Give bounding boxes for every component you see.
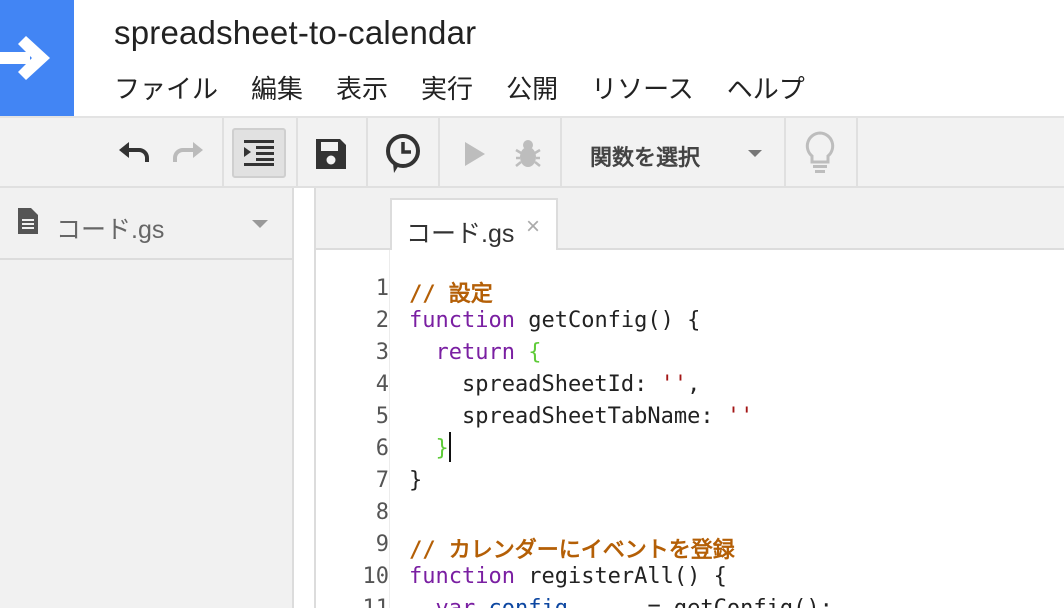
code-brace: { <box>514 340 542 365</box>
code-brace: } <box>435 436 449 461</box>
line-number: 8 <box>375 500 389 525</box>
menu-publish[interactable]: 公開 <box>506 72 558 106</box>
line-number: 9 <box>375 532 389 557</box>
line-number-gutter: 1 2 3 4 5 6 7 8 9 10 11 <box>318 250 390 608</box>
function-select-dropdown[interactable]: 関数を選択 <box>562 118 784 188</box>
save-button[interactable] <box>306 132 356 176</box>
apps-script-logo[interactable] <box>0 0 74 116</box>
code-keyword: return <box>435 340 515 365</box>
code-comment: // カレンダーにイベントを登録 <box>409 538 735 563</box>
file-name: コード.gs <box>56 216 165 244</box>
indent-toggle-button[interactable] <box>232 128 286 178</box>
line-number: 2 <box>375 308 389 333</box>
run-icon <box>465 142 485 166</box>
chevron-down-icon <box>748 150 762 157</box>
code-text: registerAll() { <box>514 564 727 589</box>
code-text: getConfig() { <box>514 308 701 333</box>
run-button[interactable] <box>454 134 494 174</box>
indent-icon <box>244 140 274 166</box>
redo-button[interactable] <box>166 134 210 174</box>
line-number: 10 <box>362 564 390 589</box>
line-number: 5 <box>375 404 389 429</box>
text-cursor <box>449 432 451 462</box>
project-title[interactable]: spreadsheet-to-calendar <box>114 14 476 52</box>
menu-file[interactable]: ファイル <box>114 72 218 106</box>
tab-code-gs[interactable]: コード.gs × <box>390 198 558 252</box>
save-icon <box>316 139 346 169</box>
line-number: 4 <box>375 372 389 397</box>
menu-run[interactable]: 実行 <box>421 72 473 106</box>
code-text: spreadSheetTabName: <box>409 404 727 429</box>
menu-help[interactable]: ヘルプ <box>727 72 805 106</box>
toolbar-divider <box>296 118 298 188</box>
code-keyword: var <box>436 596 476 608</box>
file-list-item[interactable]: コード.gs <box>0 188 292 260</box>
line-number: 7 <box>375 468 389 493</box>
toolbar: 関数を選択 <box>0 116 1064 188</box>
code-editor[interactable]: 1 2 3 4 5 6 7 8 9 10 11 // 設定 function g… <box>314 250 1064 608</box>
code-text: , <box>687 372 701 397</box>
undo-icon <box>119 142 149 162</box>
arrow-right-icon <box>0 36 50 80</box>
code-text: spreadSheetId: <box>409 372 661 397</box>
code-keyword: function <box>409 564 515 589</box>
editor-gap <box>296 188 312 608</box>
code-line: var config = getConfig(); <box>409 596 833 608</box>
trigger-clock-icon <box>386 134 420 173</box>
code-line: spreadSheetTabName: '' <box>409 404 753 429</box>
code-line: } <box>409 436 449 461</box>
code-line: // 設定 <box>409 276 493 308</box>
code-line: function registerAll() { <box>409 564 727 589</box>
code-string: '' <box>726 404 754 429</box>
line-number: 6 <box>375 436 389 461</box>
menu-resources[interactable]: リソース <box>591 72 694 106</box>
close-icon[interactable]: × <box>526 213 540 241</box>
function-select-label: 関数を選択 <box>590 145 701 170</box>
toolbar-divider <box>222 118 224 188</box>
code-comment: // 設定 <box>409 282 493 307</box>
code-line: spreadSheetId: '', <box>409 372 700 397</box>
lightbulb-button[interactable] <box>796 126 844 180</box>
line-number: 3 <box>375 340 389 365</box>
line-number: 1 <box>375 276 389 301</box>
code-text: } <box>409 468 423 493</box>
code-string: '' <box>660 372 688 397</box>
toolbar-divider <box>366 118 368 188</box>
file-sidebar: コード.gs <box>0 188 294 608</box>
lightbulb-icon <box>805 131 835 173</box>
code-keyword: function <box>409 308 515 333</box>
chevron-down-icon[interactable] <box>252 220 268 228</box>
debug-bug-icon <box>515 140 541 167</box>
toolbar-divider <box>438 118 440 188</box>
code-line: } <box>409 468 422 493</box>
code-line: return { <box>409 340 542 365</box>
debug-button[interactable] <box>506 132 550 176</box>
menu-view[interactable]: 表示 <box>336 72 388 106</box>
code-line: function getConfig() { <box>409 308 700 333</box>
menu-edit[interactable]: 編集 <box>251 72 303 106</box>
tab-label: コード.gs <box>406 220 515 248</box>
code-line: // カレンダーにイベントを登録 <box>409 532 735 564</box>
line-number: 11 <box>329 596 390 608</box>
toolbar-divider <box>784 118 786 188</box>
code-text: = getConfig(); <box>568 596 832 608</box>
undo-button[interactable] <box>112 134 156 174</box>
menu-bar: ファイル 編集 表示 実行 公開 リソース ヘルプ <box>114 72 838 106</box>
triggers-button[interactable] <box>378 130 428 178</box>
redo-icon <box>173 142 203 162</box>
code-variable: config <box>475 596 567 608</box>
editor-tab-strip: コード.gs × <box>314 188 1064 252</box>
document-icon <box>18 208 38 234</box>
toolbar-divider <box>856 118 858 188</box>
